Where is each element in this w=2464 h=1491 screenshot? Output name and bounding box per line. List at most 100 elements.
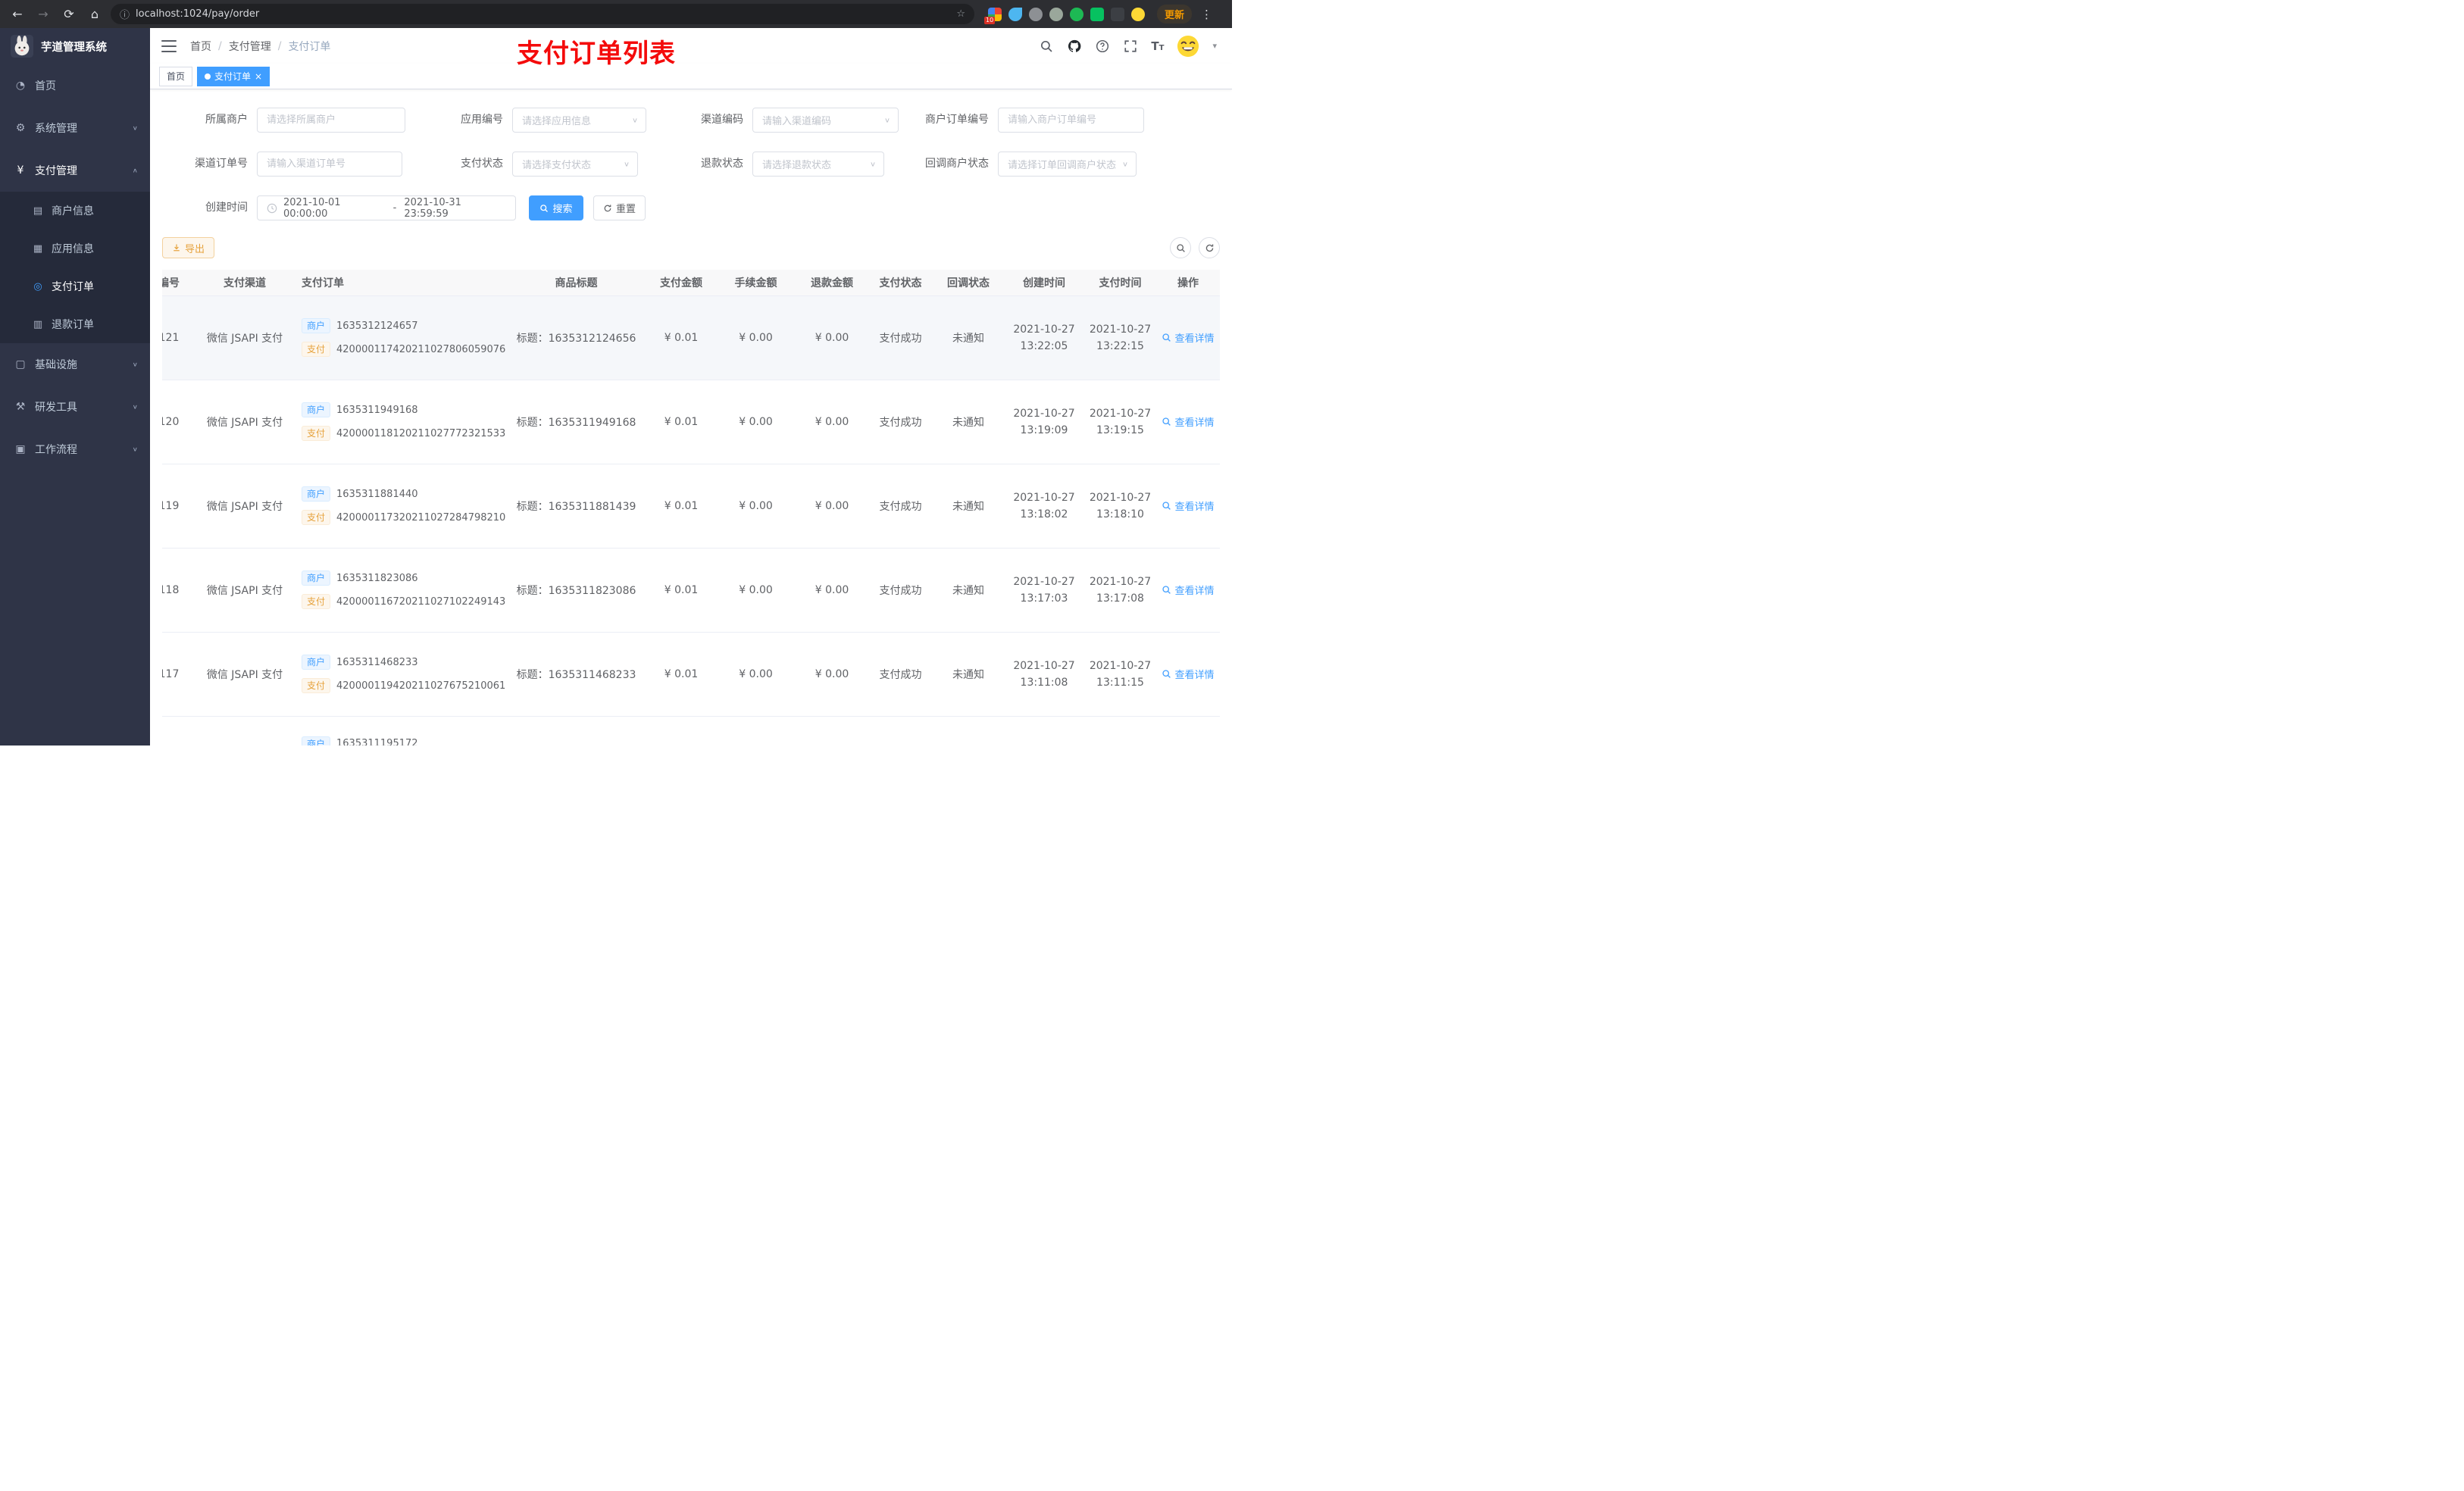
sidebar-item-merchant-info[interactable]: ▤ 商户信息: [0, 192, 150, 230]
refresh-icon: [604, 204, 611, 211]
cell-channel: [195, 716, 294, 746]
browser-reload-icon[interactable]: ⟳: [59, 5, 79, 24]
app-logo[interactable]: 芋道管理系统: [0, 28, 150, 64]
cell-create-time: 2021-10-27 13:17:03: [1004, 548, 1084, 633]
app-title: 芋道管理系统: [41, 41, 107, 54]
view-detail-link[interactable]: 查看详情: [1162, 414, 1215, 429]
breadcrumb-payment[interactable]: 支付管理: [229, 39, 271, 54]
sidebar-item-refund-order[interactable]: ▥ 退款订单: [0, 305, 150, 343]
extension-emoji-icon[interactable]: [1131, 7, 1145, 21]
search-icon: [540, 204, 549, 212]
cell-pay-order: 商户 1635311195172: [294, 716, 506, 746]
avatar[interactable]: [1177, 35, 1199, 58]
sidebar-item-workflow[interactable]: ▣ 工作流程 ∨: [0, 428, 150, 470]
sidebar-item-payment[interactable]: ¥ 支付管理 ∧: [0, 149, 150, 192]
chevron-up-icon: ∧: [132, 167, 138, 174]
address-bar[interactable]: ⓘ localhost:1024/pay/order ☆: [111, 4, 974, 29]
extension-puzzle-icon[interactable]: [1111, 7, 1124, 21]
view-detail-link[interactable]: 查看详情: [1162, 499, 1215, 513]
toggle-search-button[interactable]: [1170, 237, 1191, 258]
view-detail-link[interactable]: 查看详情: [1162, 667, 1215, 681]
tab-home[interactable]: 首页: [159, 66, 193, 86]
cell-notify: 未通知: [933, 295, 1004, 380]
refund-status-select[interactable]: 请选择退款状态 ∨: [752, 152, 884, 177]
breadcrumb-home[interactable]: 首页: [190, 39, 211, 54]
active-dot-icon: [205, 73, 211, 80]
refresh-table-button[interactable]: [1199, 237, 1220, 258]
channel-order-no-input[interactable]: [257, 152, 402, 177]
callback-status-select[interactable]: 请选择订单回调商户状态 ∨: [998, 152, 1137, 177]
help-icon[interactable]: [1095, 39, 1110, 54]
cell-amount: ¥ 0.01: [646, 632, 716, 717]
browser-menu-icon[interactable]: ⋮: [1198, 8, 1215, 21]
extension-green-check-icon[interactable]: [1070, 7, 1083, 21]
table-row: 118 微信 JSAPI 支付 商户 1635311823086 支付 420000…: [162, 548, 1220, 633]
table-row-partial: 商户 1635311195172: [162, 716, 1220, 746]
cell-pay-order: 商户 1635312124657 支付 4200001174202110278060…: [294, 295, 506, 380]
sidebar-item-system[interactable]: ⚙ 系统管理 ∨: [0, 107, 150, 149]
date-separator: -: [392, 202, 397, 214]
pay-status-select[interactable]: 请选择支付状态 ∨: [512, 152, 638, 177]
extension-gray-icon[interactable]: [1029, 7, 1043, 21]
cell-fee: ¥ 0.00: [716, 464, 796, 549]
tab-pay-order[interactable]: 支付订单 ×: [197, 66, 270, 86]
table-row: 119 微信 JSAPI 支付 商户 1635311881440 支付 420000…: [162, 464, 1220, 549]
cell-id: 121: [162, 295, 195, 380]
search-icon[interactable]: [1039, 39, 1054, 54]
merchant-badge: 商户: [302, 655, 331, 670]
col-title: 商品标题: [506, 270, 646, 296]
cell-refund: ¥ 0.00: [796, 380, 868, 464]
browser-update-button[interactable]: 更新: [1157, 5, 1193, 23]
sidebar-item-pay-order[interactable]: ◎ 支付订单: [0, 267, 150, 305]
extension-drop-icon[interactable]: [1008, 7, 1022, 21]
search-icon: [1176, 243, 1185, 252]
sidebar-toggle-icon[interactable]: [161, 39, 177, 52]
sidebar-item-infra[interactable]: ▢ 基础设施 ∨: [0, 343, 150, 386]
close-icon[interactable]: ×: [255, 72, 262, 81]
search-icon: [1162, 417, 1171, 426]
pay-order-no: 4200001173202110272847982104: [336, 511, 506, 524]
view-detail-link[interactable]: 查看详情: [1162, 583, 1215, 597]
github-icon[interactable]: [1067, 39, 1082, 54]
app-no-select[interactable]: 请选择应用信息 ∨: [512, 108, 646, 133]
col-id: 编号: [162, 270, 195, 296]
site-info-icon[interactable]: ⓘ: [120, 7, 130, 21]
merchant-order-no-input[interactable]: [998, 108, 1144, 133]
browser-back-icon[interactable]: ←: [8, 5, 27, 24]
sidebar-item-devtools[interactable]: ⚒ 研发工具 ∨: [0, 386, 150, 428]
browser-forward-icon[interactable]: →: [33, 5, 53, 24]
search-button[interactable]: 搜索: [529, 195, 583, 220]
tools-icon: ⚒: [15, 401, 26, 413]
fullscreen-icon[interactable]: [1123, 39, 1138, 54]
search-icon: [1162, 333, 1171, 342]
merchant-order-no-label: 商户订单编号: [925, 114, 989, 126]
extension-chat-icon[interactable]: [1090, 7, 1104, 21]
pay-status-placeholder: 请选择支付状态: [522, 160, 592, 171]
merchant-input[interactable]: [257, 108, 405, 133]
browser-home-icon[interactable]: ⌂: [85, 5, 105, 24]
pay-order-no: 4200001167202110271022491439: [336, 595, 506, 608]
view-detail-link[interactable]: 查看详情: [1162, 330, 1215, 345]
font-size-icon[interactable]: TT: [1151, 39, 1164, 53]
extension-globe-icon[interactable]: [1049, 7, 1063, 21]
merchant-badge: 商户: [302, 318, 331, 333]
cell-pay-order: 商户 1635311468233 支付 4200001194202110276752…: [294, 632, 506, 717]
sidebar-item-label: 基础设施: [35, 359, 77, 371]
cell-status: 支付成功: [868, 632, 933, 717]
col-pay-order: 支付订单: [294, 270, 506, 296]
pay-badge: 支付: [302, 678, 331, 693]
cell-title: 标题：1635312124656: [506, 295, 646, 380]
channel-code-select[interactable]: 请输入渠道编码 ∨: [752, 108, 899, 133]
app-no-placeholder: 请选择应用信息: [522, 116, 592, 127]
sidebar-item-home[interactable]: ◔ 首页: [0, 64, 150, 107]
reset-button[interactable]: 重置: [593, 195, 646, 220]
extension-colorful-icon[interactable]: 10: [984, 7, 1002, 24]
sidebar-item-app-info[interactable]: ▦ 应用信息: [0, 230, 150, 267]
avatar-caret-icon[interactable]: ▾: [1212, 41, 1217, 51]
export-button[interactable]: 导出: [162, 237, 215, 258]
chevron-down-icon: ∨: [883, 116, 890, 124]
merchant-badge: 商户: [302, 570, 331, 586]
col-notify: 回调状态: [933, 270, 1004, 296]
bookmark-star-icon[interactable]: ☆: [956, 8, 965, 20]
create-time-range-picker[interactable]: 2021-10-01 00:00:00 - 2021-10-31 23:59:5…: [257, 195, 516, 220]
